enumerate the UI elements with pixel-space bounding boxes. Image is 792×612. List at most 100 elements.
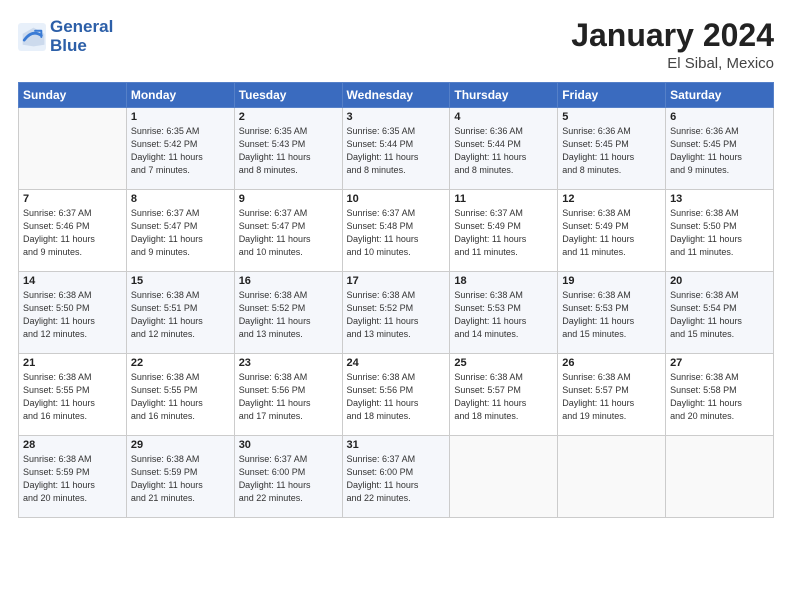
day-number: 17 [347, 275, 446, 287]
day-info: Sunrise: 6:38 AM Sunset: 5:50 PM Dayligh… [670, 207, 769, 259]
header-day-thursday: Thursday [450, 83, 558, 108]
day-cell [19, 108, 127, 190]
header-day-wednesday: Wednesday [342, 83, 450, 108]
header-day-saturday: Saturday [666, 83, 774, 108]
day-info: Sunrise: 6:38 AM Sunset: 5:53 PM Dayligh… [562, 289, 661, 341]
day-info: Sunrise: 6:36 AM Sunset: 5:45 PM Dayligh… [562, 125, 661, 177]
day-number: 30 [239, 439, 338, 451]
location: El Sibal, Mexico [571, 55, 774, 72]
month-title: January 2024 [571, 18, 774, 53]
day-number: 31 [347, 439, 446, 451]
logo-icon [18, 23, 46, 51]
day-number: 14 [23, 275, 122, 287]
day-info: Sunrise: 6:38 AM Sunset: 5:52 PM Dayligh… [239, 289, 338, 341]
day-info: Sunrise: 6:35 AM Sunset: 5:43 PM Dayligh… [239, 125, 338, 177]
day-info: Sunrise: 6:35 AM Sunset: 5:42 PM Dayligh… [131, 125, 230, 177]
day-cell: 21 Sunrise: 6:38 AM Sunset: 5:55 PM Dayli… [19, 354, 127, 436]
day-info: Sunrise: 6:37 AM Sunset: 5:47 PM Dayligh… [131, 207, 230, 259]
day-number: 4 [454, 111, 553, 123]
day-number: 18 [454, 275, 553, 287]
day-info: Sunrise: 6:38 AM Sunset: 5:55 PM Dayligh… [23, 371, 122, 423]
day-info: Sunrise: 6:37 AM Sunset: 5:46 PM Dayligh… [23, 207, 122, 259]
day-info: Sunrise: 6:38 AM Sunset: 5:57 PM Dayligh… [562, 371, 661, 423]
day-info: Sunrise: 6:37 AM Sunset: 5:48 PM Dayligh… [347, 207, 446, 259]
day-number: 19 [562, 275, 661, 287]
day-cell [450, 436, 558, 518]
day-info: Sunrise: 6:38 AM Sunset: 5:56 PM Dayligh… [239, 371, 338, 423]
week-row-1: 1Sunrise: 6:35 AM Sunset: 5:42 PM Daylig… [19, 108, 774, 190]
day-number: 16 [239, 275, 338, 287]
day-info: Sunrise: 6:38 AM Sunset: 5:59 PM Dayligh… [23, 453, 122, 505]
header-row: SundayMondayTuesdayWednesdayThursdayFrid… [19, 83, 774, 108]
week-row-4: 21 Sunrise: 6:38 AM Sunset: 5:55 PM Dayli… [19, 354, 774, 436]
day-info: Sunrise: 6:37 AM Sunset: 5:49 PM Dayligh… [454, 207, 553, 259]
day-number: 8 [131, 193, 230, 205]
day-cell: 7 Sunrise: 6:37 AM Sunset: 5:46 PM Daylig… [19, 190, 127, 272]
day-info: Sunrise: 6:37 AM Sunset: 6:00 PM Dayligh… [347, 453, 446, 505]
day-cell: 10 Sunrise: 6:37 AM Sunset: 5:48 PM Dayli… [342, 190, 450, 272]
day-number: 10 [347, 193, 446, 205]
header-day-monday: Monday [126, 83, 234, 108]
day-cell: 30 Sunrise: 6:37 AM Sunset: 6:00 PM Dayli… [234, 436, 342, 518]
day-info: Sunrise: 6:38 AM Sunset: 5:49 PM Dayligh… [562, 207, 661, 259]
day-info: Sunrise: 6:36 AM Sunset: 5:44 PM Dayligh… [454, 125, 553, 177]
day-info: Sunrise: 6:37 AM Sunset: 6:00 PM Dayligh… [239, 453, 338, 505]
day-cell: 26Sunrise: 6:38 AM Sunset: 5:57 PM Dayli… [558, 354, 666, 436]
calendar-table: SundayMondayTuesdayWednesdayThursdayFrid… [18, 82, 774, 518]
day-cell: 16 Sunrise: 6:38 AM Sunset: 5:52 PM Dayli… [234, 272, 342, 354]
day-cell: 1Sunrise: 6:35 AM Sunset: 5:42 PM Daylig… [126, 108, 234, 190]
header-day-sunday: Sunday [19, 83, 127, 108]
day-cell: 12Sunrise: 6:38 AM Sunset: 5:49 PM Dayli… [558, 190, 666, 272]
day-cell: 22 Sunrise: 6:38 AM Sunset: 5:55 PM Dayli… [126, 354, 234, 436]
header: General Blue January 2024 El Sibal, Mexi… [18, 18, 774, 72]
week-row-5: 28 Sunrise: 6:38 AM Sunset: 5:59 PM Dayli… [19, 436, 774, 518]
day-info: Sunrise: 6:38 AM Sunset: 5:50 PM Dayligh… [23, 289, 122, 341]
day-cell: 15 Sunrise: 6:38 AM Sunset: 5:51 PM Dayli… [126, 272, 234, 354]
day-info: Sunrise: 6:38 AM Sunset: 5:56 PM Dayligh… [347, 371, 446, 423]
day-cell: 31 Sunrise: 6:37 AM Sunset: 6:00 PM Dayli… [342, 436, 450, 518]
day-cell: 2 Sunrise: 6:35 AM Sunset: 5:43 PM Daylig… [234, 108, 342, 190]
day-number: 13 [670, 193, 769, 205]
day-number: 23 [239, 357, 338, 369]
day-number: 24 [347, 357, 446, 369]
day-info: Sunrise: 6:38 AM Sunset: 5:51 PM Dayligh… [131, 289, 230, 341]
logo-text: General Blue [50, 18, 113, 55]
day-cell: 11 Sunrise: 6:37 AM Sunset: 5:49 PM Dayli… [450, 190, 558, 272]
day-cell: 23 Sunrise: 6:38 AM Sunset: 5:56 PM Dayli… [234, 354, 342, 436]
day-cell: 19 Sunrise: 6:38 AM Sunset: 5:53 PM Dayli… [558, 272, 666, 354]
day-cell: 27 Sunrise: 6:38 AM Sunset: 5:58 PM Dayli… [666, 354, 774, 436]
page: General Blue January 2024 El Sibal, Mexi… [0, 0, 792, 612]
day-number: 22 [131, 357, 230, 369]
day-info: Sunrise: 6:38 AM Sunset: 5:59 PM Dayligh… [131, 453, 230, 505]
day-number: 7 [23, 193, 122, 205]
day-cell: 3 Sunrise: 6:35 AM Sunset: 5:44 PM Daylig… [342, 108, 450, 190]
day-cell: 24 Sunrise: 6:38 AM Sunset: 5:56 PM Dayli… [342, 354, 450, 436]
day-number: 15 [131, 275, 230, 287]
day-cell: 25Sunrise: 6:38 AM Sunset: 5:57 PM Dayli… [450, 354, 558, 436]
day-cell: 4 Sunrise: 6:36 AM Sunset: 5:44 PM Daylig… [450, 108, 558, 190]
day-info: Sunrise: 6:38 AM Sunset: 5:58 PM Dayligh… [670, 371, 769, 423]
day-info: Sunrise: 6:38 AM Sunset: 5:53 PM Dayligh… [454, 289, 553, 341]
day-number: 2 [239, 111, 338, 123]
day-number: 29 [131, 439, 230, 451]
day-info: Sunrise: 6:38 AM Sunset: 5:55 PM Dayligh… [131, 371, 230, 423]
day-number: 21 [23, 357, 122, 369]
day-info: Sunrise: 6:36 AM Sunset: 5:45 PM Dayligh… [670, 125, 769, 177]
day-number: 27 [670, 357, 769, 369]
day-cell: 9Sunrise: 6:37 AM Sunset: 5:47 PM Daylig… [234, 190, 342, 272]
day-cell: 28 Sunrise: 6:38 AM Sunset: 5:59 PM Dayli… [19, 436, 127, 518]
day-number: 28 [23, 439, 122, 451]
week-row-2: 7 Sunrise: 6:37 AM Sunset: 5:46 PM Daylig… [19, 190, 774, 272]
day-number: 20 [670, 275, 769, 287]
day-number: 11 [454, 193, 553, 205]
day-number: 3 [347, 111, 446, 123]
day-cell [558, 436, 666, 518]
day-cell: 17Sunrise: 6:38 AM Sunset: 5:52 PM Dayli… [342, 272, 450, 354]
day-info: Sunrise: 6:35 AM Sunset: 5:44 PM Dayligh… [347, 125, 446, 177]
day-info: Sunrise: 6:38 AM Sunset: 5:54 PM Dayligh… [670, 289, 769, 341]
day-number: 5 [562, 111, 661, 123]
day-number: 6 [670, 111, 769, 123]
day-cell: 6 Sunrise: 6:36 AM Sunset: 5:45 PM Daylig… [666, 108, 774, 190]
day-number: 25 [454, 357, 553, 369]
logo: General Blue [18, 18, 113, 55]
